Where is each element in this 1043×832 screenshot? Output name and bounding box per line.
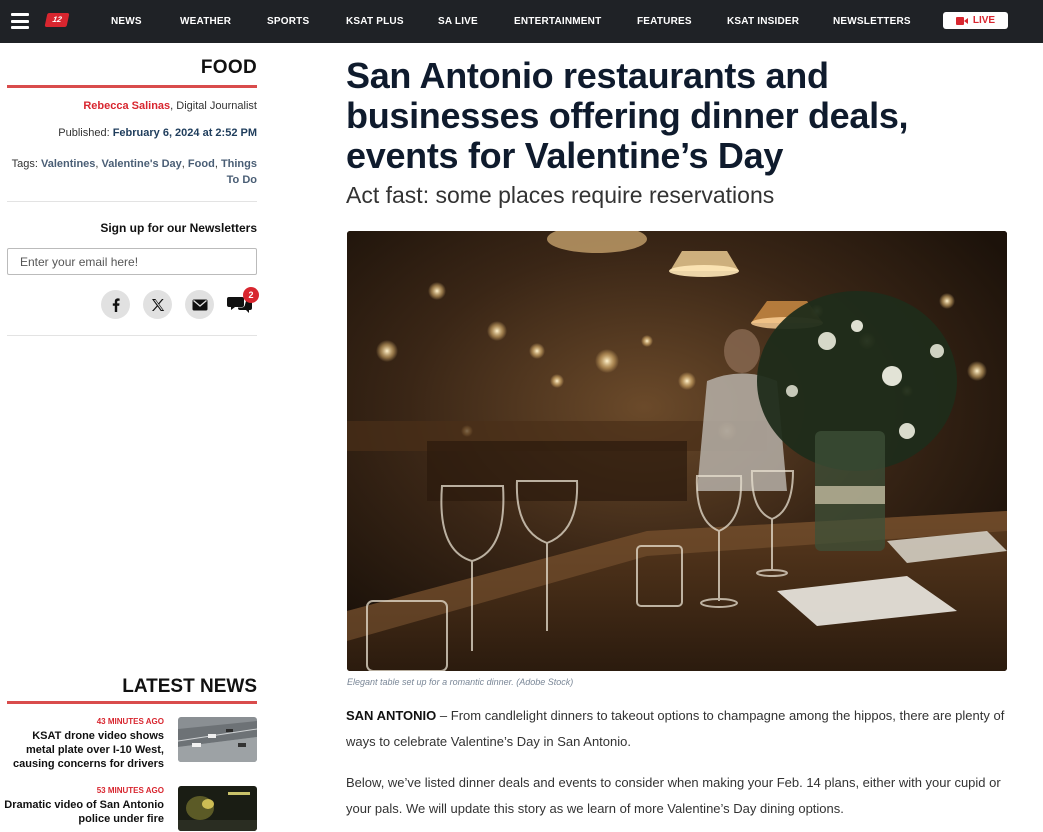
tag-food[interactable]: Food (188, 158, 215, 170)
nav-item-news[interactable]: NEWS (111, 0, 142, 43)
latest-news-title: LATEST NEWS (122, 676, 257, 697)
top-navbar: 12 NEWS WEATHER SPORTS KSAT PLUS SA LIVE… (0, 0, 1043, 43)
comment-count-badge: 2 (243, 287, 259, 303)
hero-image[interactable] (347, 231, 1007, 671)
live-label: LIVE (972, 15, 996, 26)
author-role: , Digital Journalist (170, 100, 257, 112)
tag-things-to-do[interactable]: Things To Do (221, 158, 257, 186)
published-label: Published: (58, 127, 113, 139)
nav-item-sa-live[interactable]: SA LIVE (438, 0, 478, 43)
published-line: Published: February 6, 2024 at 2:52 PM (7, 127, 257, 139)
news-headline[interactable]: Dramatic video of San Antonio police und… (4, 798, 164, 826)
nav-item-ksat-plus[interactable]: KSAT PLUS (346, 0, 404, 43)
ksat-logo[interactable]: 12 (44, 13, 70, 27)
news-headline[interactable]: KSAT drone video shows metal plate over … (4, 729, 164, 771)
nav-item-newsletters[interactable]: NEWSLETTERS (833, 0, 911, 43)
email-input[interactable] (7, 248, 257, 275)
newsletter-title: Sign up for our Newsletters (100, 221, 257, 235)
news-thumbnail[interactable] (178, 786, 257, 831)
news-time: 53 MINUTES AGO (96, 786, 164, 795)
x-share-button[interactable] (143, 290, 172, 319)
news-time: 43 MINUTES AGO (96, 717, 164, 726)
sidebar-divider (7, 201, 257, 202)
tag-valentines[interactable]: Valentines (41, 158, 95, 170)
latest-news-item[interactable]: 43 MINUTES AGO KSAT drone video shows me… (7, 717, 257, 770)
comments-button[interactable]: 2 (226, 287, 260, 319)
image-caption: Elegant table set up for a romantic dinn… (347, 677, 574, 687)
nav-item-ksat-insider[interactable]: KSAT INSIDER (727, 0, 799, 43)
latest-news-item[interactable]: 53 MINUTES AGO Dramatic video of San Ant… (4, 786, 257, 832)
section-divider (7, 85, 257, 88)
article-headline: San Antonio restaurants and businesses o… (346, 55, 909, 176)
article-paragraph: Below, we’ve listed dinner deals and eve… (346, 770, 1006, 822)
author-link[interactable]: Rebecca Salinas (83, 100, 170, 112)
envelope-icon (192, 299, 207, 310)
dateline: SAN ANTONIO (346, 708, 437, 723)
live-button[interactable]: LIVE (943, 12, 1008, 29)
paragraph-text: – From candlelight dinners to takeout op… (346, 708, 1005, 749)
facebook-share-button[interactable] (101, 290, 130, 319)
x-icon (151, 298, 164, 311)
tag-valentines-day[interactable]: Valentine's Day (102, 158, 182, 170)
nav-item-entertainment[interactable]: ENTERTAINMENT (514, 0, 601, 43)
facebook-icon (112, 297, 120, 312)
nav-item-weather[interactable]: WEATHER (180, 0, 231, 43)
published-date: February 6, 2024 at 2:52 PM (112, 127, 257, 139)
email-share-button[interactable] (185, 290, 214, 319)
menu-icon[interactable] (11, 13, 29, 29)
tags-line: Tags: Valentines, Valentine's Day, Food,… (11, 158, 257, 186)
byline: Rebecca Salinas, Digital Journalist (7, 100, 257, 112)
article-subheadline: Act fast: some places require reservatio… (346, 182, 775, 208)
nav-item-features[interactable]: FEATURES (637, 0, 692, 43)
paragraph-text: Below, we’ve listed dinner deals and eve… (346, 775, 1001, 816)
nav-item-sports[interactable]: SPORTS (267, 0, 309, 43)
tags-label: Tags: (11, 158, 41, 170)
latest-news-divider (7, 701, 257, 704)
section-title[interactable]: FOOD (7, 57, 257, 79)
sidebar-divider-2 (7, 335, 257, 336)
video-camera-icon (955, 16, 968, 25)
article-paragraph: SAN ANTONIO – From candlelight dinners t… (346, 703, 1006, 755)
news-thumbnail[interactable] (178, 717, 257, 762)
